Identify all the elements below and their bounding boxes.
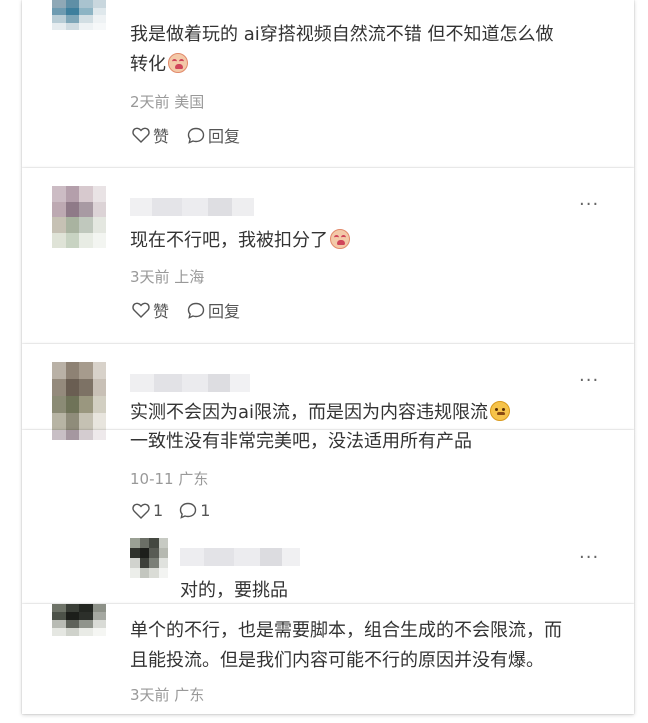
comment-text: 转化 — [130, 50, 188, 80]
reply-label: 回复 — [208, 127, 241, 146]
reply-count: 1 — [200, 501, 211, 520]
crying-face-icon — [330, 229, 350, 249]
more-options-button[interactable]: ··· — [579, 370, 599, 391]
comment-text-body: 实测不会因为ai限流，而是因为内容违规限流 — [130, 402, 489, 423]
comment-actions: 1 1 — [132, 501, 228, 520]
comment-text-body: 现在不行吧，我被扣分了 — [130, 230, 328, 251]
comment-card-2: ··· 现在不行吧，我被扣分了 3天前 上海 赞 回复 — [22, 168, 634, 344]
like-button[interactable]: 赞 — [132, 298, 169, 322]
like-count: 1 — [153, 501, 164, 520]
like-label: 赞 — [153, 127, 170, 146]
comment-text-line-1: 单个的不行，也是需要脚本，组合生成的不会限流，而 — [130, 620, 562, 641]
avatar[interactable] — [52, 186, 106, 248]
comment-card-4: 一致性没有非常完美吧，没法适用所有产品 10-11 广东 1 1 ··· 对的，… — [22, 430, 634, 604]
comment-meta: 3天前 上海 — [130, 268, 205, 286]
reply-button[interactable]: 回复 — [187, 123, 240, 147]
like-button[interactable]: 1 — [132, 501, 163, 520]
comment-text: 且能投流。但是我们内容可能不行的原因并没有爆。 — [130, 646, 544, 676]
comment-meta: 2天前 美国 — [130, 93, 205, 111]
comment-text: 单个的不行，也是需要脚本，组合生成的不会限流，而 — [130, 616, 562, 646]
avatar[interactable] — [52, 604, 106, 636]
comment-text: 一致性没有非常完美吧，没法适用所有产品 — [130, 430, 472, 457]
comment-actions: 赞 回复 — [132, 123, 258, 147]
comment-text: 现在不行吧，我被扣分了 — [130, 226, 350, 256]
more-options-button[interactable]: ··· — [579, 194, 599, 215]
heart-icon — [132, 127, 150, 143]
username-blurred[interactable] — [130, 374, 250, 392]
smirking-face-icon — [490, 401, 511, 421]
like-button[interactable]: 赞 — [132, 123, 169, 147]
reply-avatar[interactable] — [130, 538, 168, 578]
reply-text-body: 对的，要挑品 — [180, 580, 288, 601]
comment-text-body: 一致性没有非常完美吧，没法适用所有产品 — [130, 431, 472, 452]
comment-text-line-2: 且能投流。但是我们内容可能不行的原因并没有爆。 — [130, 650, 544, 671]
username-blurred[interactable] — [130, 198, 254, 216]
comment-bubble-icon — [187, 302, 205, 319]
comment-bubble-icon — [179, 502, 197, 519]
heart-icon — [132, 302, 150, 318]
comment-meta: 10-11 广东 — [130, 470, 209, 488]
more-options-button[interactable]: ··· — [579, 547, 599, 568]
comment-card-1: 我是做着玩的 ai穿搭视频自然流不错 但不知道怎么做 转化 2天前 美国 赞 回… — [22, 0, 634, 168]
reply-text: 对的，要挑品 — [180, 576, 288, 604]
reply-label: 回复 — [208, 302, 241, 321]
comment-text: 我是做着玩的 ai穿搭视频自然流不错 但不知道怎么做 — [130, 20, 553, 50]
reply-username-blurred[interactable] — [180, 548, 300, 566]
like-label: 赞 — [153, 302, 170, 321]
comment-meta: 3天前 广东 — [130, 686, 205, 704]
reply-button[interactable]: 回复 — [187, 298, 240, 322]
crying-face-icon — [168, 53, 188, 73]
reply-button[interactable]: 1 — [179, 501, 210, 520]
comment-actions: 赞 回复 — [132, 298, 258, 322]
avatar[interactable] — [52, 0, 106, 30]
comment-text-line-1: 我是做着玩的 ai穿搭视频自然流不错 但不知道怎么做 — [130, 24, 554, 45]
heart-icon — [132, 503, 150, 519]
avatar[interactable] — [52, 362, 106, 430]
comment-card-3: ··· 实测不会因为ai限流，而是因为内容违规限流 — [22, 344, 634, 430]
comment-bubble-icon — [187, 127, 205, 144]
comment-text-line-2: 转化 — [130, 54, 166, 75]
comment-screenshot-collage: 我是做着玩的 ai穿搭视频自然流不错 但不知道怎么做 转化 2天前 美国 赞 回… — [0, 0, 648, 723]
comment-text: 实测不会因为ai限流，而是因为内容违规限流 — [130, 398, 511, 428]
avatar[interactable] — [52, 430, 106, 440]
comment-card-5: 单个的不行，也是需要脚本，组合生成的不会限流，而 且能投流。但是我们内容可能不行… — [22, 604, 634, 714]
